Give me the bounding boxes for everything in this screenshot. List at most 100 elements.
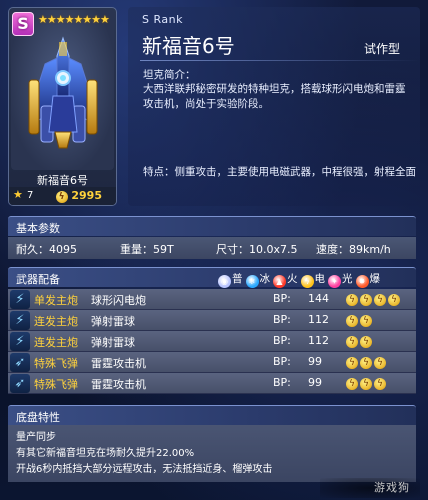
unit-card-name: 新福音6号 xyxy=(37,174,88,187)
weapons-header: 武器配备 ◉ 普 ❄ 冰 ▲ 火 ϟ 电 ✦ 光 ✸ 爆 xyxy=(8,267,416,288)
weapon-icon: ➶ xyxy=(10,353,30,372)
electric-icon: ϟ xyxy=(360,357,372,369)
chassis-header: 底盘特性 xyxy=(8,405,416,425)
weapon-icon: ⚡ xyxy=(10,290,30,309)
light-icon: ✦ xyxy=(328,275,341,288)
weapon-row[interactable]: ➶ 特殊飞弹 雷霆攻击机 BP: 99 ϟ ϟ ϟ xyxy=(8,373,416,394)
bp-label: BP: xyxy=(273,292,291,305)
weapon-icon: ⚡ xyxy=(10,311,30,330)
legend-label: 爆 xyxy=(369,273,381,285)
weapon-name: 弹射雷球 xyxy=(91,315,135,328)
legend-item: ✦ 光 xyxy=(328,273,353,288)
weapon-name: 弹射雷球 xyxy=(91,336,135,349)
watermark: 游戏狗 xyxy=(320,478,420,498)
unit-type: 试作型 xyxy=(364,42,401,56)
electric-icon: ϟ xyxy=(388,294,400,306)
chassis-line: 有其它新福音坦克在场耐久提升22.00% xyxy=(16,448,195,459)
weapon-type: 单发主炮 xyxy=(34,294,78,307)
electric-icon: ϟ xyxy=(374,378,386,390)
rank-label: S Rank xyxy=(142,13,183,26)
weapon-name: 雷霆攻击机 xyxy=(91,378,146,391)
basic-params-header: 基本参数 xyxy=(8,216,416,236)
legend-item: ϟ电 xyxy=(300,273,326,288)
weapon-bp: 99 xyxy=(308,355,322,368)
intro-heading: 坦克简介： xyxy=(143,69,196,81)
chassis-line: 开战6秒内抵挡大部分远程攻击，无法抵挡近身、榴弹攻击 xyxy=(16,464,273,475)
weapon-icon: ➶ xyxy=(10,374,30,393)
weapon-elements: ϟϟ xyxy=(346,313,374,327)
element-legend: ◉ 普 ❄ 冰 ▲ 火 ϟ 电 ✦ 光 ✸ 爆 xyxy=(218,271,383,288)
chassis-line: 量产同步 xyxy=(16,432,56,443)
electric-icon: ϟ xyxy=(374,357,386,369)
legend-label: 冰 xyxy=(259,273,271,285)
divider xyxy=(140,60,420,61)
weapon-list: ⚡ 单发主炮 球形闪电炮 BP: 144 ϟ ϟ ϟ ϟ ⚡ 连发主炮 弹射雷球 BP: 112 ϟ ϟ ⚡ 连发… xyxy=(8,289,416,394)
weapon-row[interactable]: ➶ 特殊飞弹 雷霆攻击机 BP: 99 ϟ ϟ ϟ xyxy=(8,352,416,373)
unit-power-value: 2995 xyxy=(71,189,102,202)
electric-icon: ϟ xyxy=(346,294,358,306)
section-title: 武器配备 xyxy=(16,273,60,286)
unit-power: ϟ 2995 xyxy=(55,189,102,203)
durability: 耐久：4095 xyxy=(16,243,77,256)
legend-label: 火 xyxy=(287,273,298,285)
weapon-bp: 99 xyxy=(308,376,322,389)
weapon-bp: 112 xyxy=(308,334,329,347)
weapon-elements: ϟϟ xyxy=(346,334,374,348)
weapon-name: 球形闪电炮 xyxy=(91,294,146,307)
weapon-name: 雷霆攻击机 xyxy=(91,357,146,370)
weapon-icon: ⚡ xyxy=(10,332,30,351)
feature-text: 特点：侧重攻击，主要使用电磁武器，中程很强，射程全面 xyxy=(143,166,416,178)
level-star-icon: ★ xyxy=(13,188,23,201)
section-title: 底盘特性 xyxy=(16,411,60,424)
weapon-row[interactable]: ⚡ 单发主炮 球形闪电炮 BP: 144 ϟ ϟ ϟ ϟ xyxy=(8,289,416,310)
ice-icon: ❄ xyxy=(245,275,259,288)
electric-icon: ϟ xyxy=(346,336,358,348)
size: 尺寸：10.0x7.5 xyxy=(216,243,298,256)
weapon-elements: ϟϟϟ xyxy=(346,355,388,369)
normal-icon: ◉ xyxy=(218,275,231,288)
electric-icon: ϟ xyxy=(55,191,68,203)
weight: 重量：59T xyxy=(120,243,174,256)
electric-icon: ϟ xyxy=(360,315,372,327)
chassis-text: 量产同步有其它新福音坦克在场耐久提升22.00% 开战6秒内抵挡大部分远程攻击，无… xyxy=(16,430,272,478)
fire-icon: ▲ xyxy=(273,275,286,288)
legend-item: ✸ 爆 xyxy=(355,273,381,288)
unit-level: 7 xyxy=(27,190,34,201)
weapon-type: 连发主炮 xyxy=(34,336,78,349)
weapon-elements: ϟϟϟϟ xyxy=(346,292,402,306)
bp-label: BP: xyxy=(273,313,291,326)
star-rating: ★★★★★★★★ xyxy=(38,13,110,26)
explosive-icon: ✸ xyxy=(355,275,369,288)
legend-label: 普 xyxy=(232,273,243,285)
bp-label: BP: xyxy=(273,355,291,368)
legend-item: ❄ 冰 xyxy=(245,273,271,288)
section-title: 基本参数 xyxy=(16,222,60,235)
weapon-row[interactable]: ⚡ 连发主炮 弹射雷球 BP: 112 ϟ ϟ xyxy=(8,310,416,331)
unit-title: 新福音6号 xyxy=(142,34,235,58)
chassis-box: 量产同步有其它新福音坦克在场耐久提升22.00% 开战6秒内抵挡大部分远程攻击，无… xyxy=(8,425,416,482)
weapon-elements: ϟϟϟ xyxy=(346,376,388,390)
electric-icon: ϟ xyxy=(360,378,372,390)
electric-icon: ϟ xyxy=(346,315,358,327)
legend-label: 光 xyxy=(342,273,353,285)
legend-label: 电 xyxy=(314,273,326,285)
unit-card[interactable]: S ★★★★★★★★ 新福音6号 ★ 7 ϟ 2995 xyxy=(8,7,117,206)
weapon-type: 连发主炮 xyxy=(34,315,78,328)
legend-item: ▲ 火 xyxy=(273,273,298,288)
bp-label: BP: xyxy=(273,334,291,347)
bp-label: BP: xyxy=(273,376,291,389)
electric-icon: ϟ xyxy=(346,378,358,390)
electric-icon: ϟ xyxy=(360,336,372,348)
legend-item: ◉ 普 xyxy=(218,273,243,288)
speed: 速度：89km/h xyxy=(316,243,391,256)
tank-ship-icon xyxy=(28,36,98,149)
weapon-bp: 112 xyxy=(308,313,329,326)
electric-icon: ϟ xyxy=(374,294,386,306)
basic-params-row: 耐久：4095 重量：59T 尺寸：10.0x7.5 速度：89km/h xyxy=(8,237,416,259)
electric-icon: ϟ xyxy=(300,275,314,288)
weapon-bp: 144 xyxy=(308,292,329,305)
electric-icon: ϟ xyxy=(360,294,372,306)
weapon-row[interactable]: ⚡ 连发主炮 弹射雷球 BP: 112 ϟ ϟ xyxy=(8,331,416,352)
electric-icon: ϟ xyxy=(346,357,358,369)
unit-card-footer: ★ 7 ϟ 2995 xyxy=(9,187,116,205)
